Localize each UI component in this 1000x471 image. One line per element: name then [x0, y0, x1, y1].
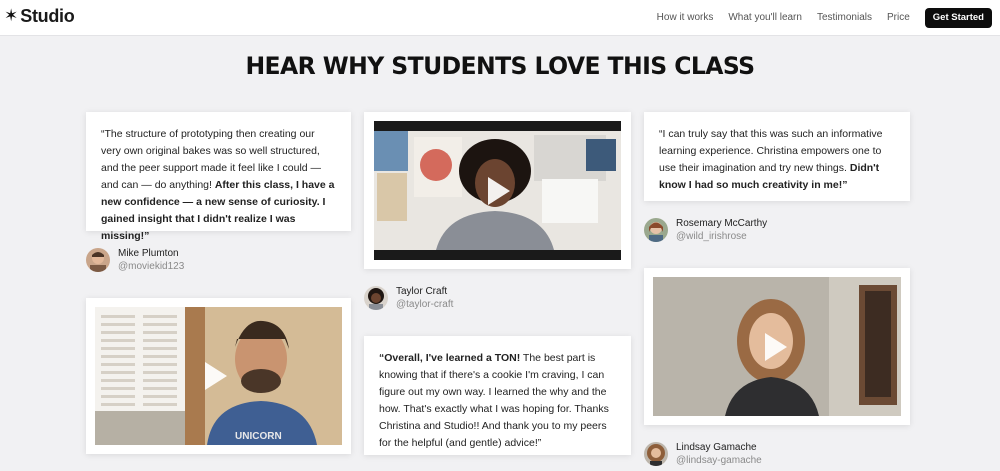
avatar — [364, 286, 388, 310]
author-name: Taylor Craft — [396, 286, 448, 297]
nav-how-it-works[interactable]: How it works — [657, 7, 714, 29]
testimonial-quote: “I can truly say that this was such an i… — [644, 112, 910, 208]
nav-testimonials[interactable]: Testimonials — [817, 7, 872, 29]
author-name: Lindsay Gamache — [676, 442, 757, 453]
logo-text: Studio — [20, 6, 75, 26]
play-icon[interactable] — [765, 333, 787, 361]
video-player[interactable] — [374, 121, 621, 260]
testimonial-quote: “The structure of prototyping then creat… — [86, 112, 351, 259]
nav-price[interactable]: Price — [887, 7, 910, 29]
author-handle: @taylor-craft — [396, 299, 454, 310]
author-taylor-video: Taylor Craft @taylor-craft — [364, 285, 453, 311]
author-rosemary: Rosemary McCarthy @wild_irishrose — [644, 217, 767, 243]
testimonial-card-mike: “The structure of prototyping then creat… — [86, 112, 351, 242]
avatar — [644, 442, 668, 466]
nav-links: How it works What you'll learn Testimoni… — [657, 7, 992, 29]
star-logo-icon: ✶ — [4, 6, 19, 25]
quote-emphasis: “Overall, I've learned a TON! — [379, 352, 521, 364]
author-name: Rosemary McCarthy — [676, 218, 768, 229]
video-card-taylor[interactable] — [364, 112, 631, 269]
video-player[interactable]: UNICORN — [95, 307, 342, 445]
author-name: Mike Plumton — [118, 248, 179, 259]
author-handle: @wild_irishrose — [676, 231, 747, 242]
avatar — [644, 218, 668, 242]
author-handle: @moviekid123 — [118, 261, 185, 272]
author-handle: @lindsay-gamache — [676, 455, 762, 466]
author-lindsay: Lindsay Gamache @lindsay-gamache — [644, 441, 762, 467]
testimonial-card-rosemary: “I can truly say that this was such an i… — [644, 112, 910, 201]
play-icon[interactable] — [488, 177, 510, 205]
avatar — [86, 248, 110, 272]
play-icon[interactable] — [205, 362, 227, 390]
shirt-text: UNICORN — [235, 431, 282, 442]
page-headline: HEAR WHY STUDENTS LOVE THIS CLASS — [245, 52, 755, 80]
video-card-lindsay[interactable] — [644, 268, 910, 425]
top-navigation-bar: ✶ Studio How it works What you'll learn … — [0, 0, 1000, 36]
quote-text: The best part is knowing that if there's… — [379, 352, 609, 449]
testimonial-card-taylor: “Overall, I've learned a TON! The best p… — [364, 336, 631, 455]
nav-what-youll-learn[interactable]: What you'll learn — [728, 7, 802, 29]
get-started-button[interactable]: Get Started — [924, 8, 992, 28]
video-player[interactable] — [653, 277, 901, 416]
author-mike: Mike Plumton @moviekid123 — [86, 247, 184, 273]
testimonial-quote: “Overall, I've learned a TON! The best p… — [364, 336, 631, 466]
studio-logo[interactable]: ✶ Studio — [4, 6, 75, 26]
video-card-mike[interactable]: UNICORN — [86, 298, 351, 454]
